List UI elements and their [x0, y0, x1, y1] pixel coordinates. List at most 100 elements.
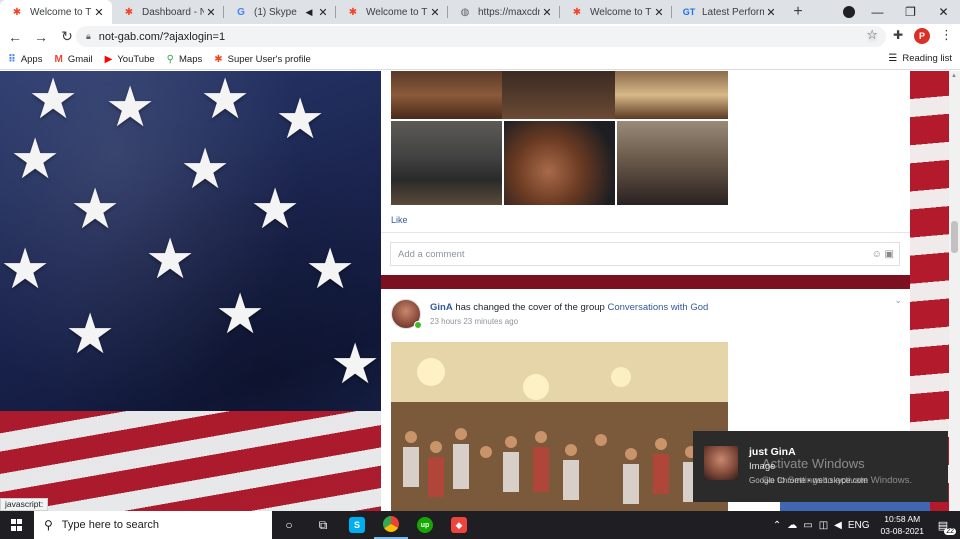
- post-photo[interactable]: [617, 121, 728, 205]
- taskbar-anydesk[interactable]: ◆: [442, 511, 476, 539]
- url-text[interactable]: not-gab.com/?ajaxlogin=1: [99, 31, 225, 43]
- emoji-camera-icon[interactable]: ☺ ▣: [872, 249, 894, 260]
- post-photo[interactable]: [391, 121, 502, 205]
- close-tab-icon[interactable]: ✕: [540, 6, 554, 19]
- cover-photo[interactable]: [391, 342, 728, 511]
- taskbar-search[interactable]: ⚲ Type here to search: [34, 511, 272, 539]
- back-icon[interactable]: ←: [4, 26, 26, 48]
- bookmark-gmail[interactable]: M Gmail: [54, 54, 92, 65]
- close-window-icon[interactable]: ✕: [927, 0, 960, 24]
- close-tab-icon[interactable]: ✕: [764, 6, 778, 19]
- post-headline: GinA has changed the cover of the group …: [430, 302, 708, 313]
- chevron-up-icon[interactable]: ⌃: [773, 520, 781, 531]
- online-status-icon: [414, 321, 422, 329]
- taskbar-chrome[interactable]: [374, 511, 408, 539]
- onedrive-icon[interactable]: ☁: [787, 520, 797, 531]
- windows-logo-icon: [11, 519, 23, 531]
- profile-avatar[interactable]: P: [914, 28, 930, 44]
- taskbar-upwork[interactable]: up: [408, 511, 442, 539]
- task-view-icon[interactable]: ⧉: [306, 511, 340, 539]
- reload-icon[interactable]: ↻: [56, 26, 78, 48]
- browser-menu-icon[interactable]: ⋮: [940, 27, 953, 43]
- bookmark-label: YouTube: [117, 53, 155, 65]
- bookmark-youtube[interactable]: ▶ YouTube: [105, 54, 155, 65]
- joomla-icon: ✱: [214, 53, 223, 65]
- volume-icon[interactable]: ◀: [834, 520, 842, 531]
- toast-avatar: [704, 446, 738, 480]
- bookmark-label: Apps: [20, 53, 43, 65]
- battery-icon[interactable]: ▭: [803, 520, 812, 531]
- joomla-icon: ✱: [124, 6, 134, 18]
- mute-icon[interactable]: ◀: [302, 7, 316, 18]
- scroll-up-icon[interactable]: ▲: [951, 73, 957, 79]
- tab-title: Dashboard - Not: [142, 6, 204, 18]
- post-timestamp[interactable]: 23 hours 23 minutes ago: [430, 317, 518, 326]
- post-photo[interactable]: [391, 71, 502, 119]
- language-indicator[interactable]: ENG: [848, 520, 870, 531]
- bookmark-label: Gmail: [67, 53, 93, 65]
- close-tab-icon[interactable]: ✕: [316, 6, 330, 19]
- lock-icon[interactable]: 🔒︎: [86, 31, 91, 42]
- activate-windows-subtext: Go to Settings to activate Windows.: [762, 475, 912, 486]
- tab-dashboard[interactable]: ✱ Dashboard - Not ✕: [112, 0, 224, 24]
- chevron-down-icon[interactable]: ⌄: [894, 295, 902, 306]
- post-photo[interactable]: [615, 71, 728, 119]
- tab-search-icon[interactable]: [843, 6, 855, 18]
- comment-placeholder: Add a comment: [398, 249, 465, 260]
- search-icon: ⚲: [44, 518, 53, 532]
- new-tab-button[interactable]: +: [784, 0, 812, 24]
- post-photo[interactable]: [502, 71, 615, 119]
- close-tab-icon[interactable]: ✕: [92, 6, 106, 19]
- bookmark-apps[interactable]: ⠿ Apps: [8, 54, 42, 65]
- bookmarks-bar: ⠿ Apps M Gmail ▶ YouTube ⚲ Maps ✱ Super …: [0, 49, 960, 70]
- clock[interactable]: 10:58 AM 03-08-2021: [881, 513, 924, 537]
- bookmark-maps[interactable]: ⚲ Maps: [167, 54, 203, 65]
- page-scrollbar[interactable]: ▲: [949, 71, 960, 511]
- tab-welcome-2[interactable]: ✱ Welcome to This ✕: [336, 0, 448, 24]
- cortana-icon[interactable]: ○: [272, 511, 306, 539]
- close-tab-icon[interactable]: ✕: [204, 6, 218, 19]
- restore-icon[interactable]: ❐: [894, 0, 927, 24]
- tab-title: Welcome to This: [366, 6, 428, 18]
- tab-gtmetrix[interactable]: GT Latest Performan ✕: [672, 0, 784, 24]
- comment-input[interactable]: Add a comment ☺ ▣: [390, 242, 900, 266]
- address-bar[interactable]: 🔒︎ not-gab.com/?ajaxlogin=1 ☆: [76, 26, 886, 47]
- upwork-icon: up: [417, 517, 433, 533]
- forward-icon[interactable]: →: [30, 26, 52, 48]
- star-decoration: ★: [105, 75, 156, 138]
- network-icon[interactable]: ◫: [819, 520, 828, 531]
- extensions-puzzle-icon[interactable]: ✚: [893, 28, 903, 42]
- star-decoration: ★: [305, 237, 356, 300]
- group-link[interactable]: Conversations with God: [607, 302, 708, 313]
- star-decoration: ★: [200, 71, 251, 130]
- tab-title: https://maxcdn.b: [478, 6, 540, 18]
- bookmark-super-user[interactable]: ✱ Super User's profile: [214, 54, 311, 65]
- star-decoration: ★: [28, 71, 79, 130]
- tab-maxcdn[interactable]: ◍ https://maxcdn.b ✕: [448, 0, 560, 24]
- tab-welcome-1[interactable]: ✱ Welcome to This ✕: [0, 0, 112, 24]
- minimize-icon[interactable]: —: [861, 0, 894, 24]
- taskbar-skype[interactable]: S: [340, 511, 374, 539]
- star-decoration: ★: [70, 177, 121, 240]
- star-decoration: ★: [180, 137, 231, 200]
- like-link[interactable]: Like: [391, 215, 408, 225]
- close-tab-icon[interactable]: ✕: [428, 6, 442, 19]
- action-center-button[interactable]: ▤ 22: [932, 514, 956, 536]
- notification-count-badge: 22: [944, 528, 956, 535]
- skype-icon: S: [349, 517, 365, 533]
- reading-list-button[interactable]: ☰ Reading list: [888, 53, 952, 64]
- close-tab-icon[interactable]: ✕: [652, 6, 666, 19]
- flag-stripes: [0, 411, 381, 511]
- reading-list-icon: ☰: [888, 53, 898, 64]
- bookmark-star-icon[interactable]: ☆: [866, 28, 878, 41]
- scrollbar-thumb[interactable]: [951, 221, 958, 253]
- clock-date: 03-08-2021: [880, 526, 924, 536]
- tab-skype[interactable]: G (1) Skype ◀ ✕: [224, 0, 336, 24]
- tab-welcome-3[interactable]: ✱ Welcome to This ✕: [560, 0, 672, 24]
- bookmark-label: Super User's profile: [227, 53, 311, 65]
- start-button[interactable]: [0, 511, 34, 539]
- browser-toolbar: ← → ↻ 🔒︎ not-gab.com/?ajaxlogin=1 ☆: [0, 24, 960, 49]
- author-link[interactable]: GinA: [430, 302, 453, 313]
- chrome-icon: [383, 516, 399, 532]
- post-photo[interactable]: [504, 121, 615, 205]
